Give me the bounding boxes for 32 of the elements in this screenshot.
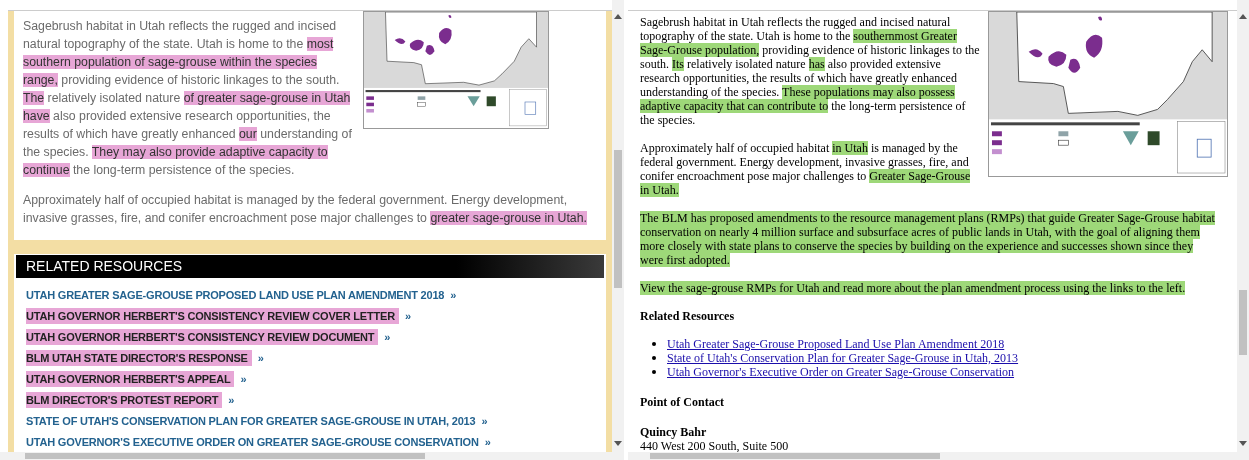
- section-title: RELATED RESOURCES: [26, 257, 183, 276]
- resource-link[interactable]: STATE OF UTAH'S CONSERVATION PLAN FOR GREATER SAGE-GROUSE IN UTAH, 2013 »: [26, 413, 488, 429]
- resource-link[interactable]: UTAH GREATER SAGE-GROUSE PROPOSED LAND USE PLAN AMENDMENT 2018 »: [26, 287, 457, 303]
- paragraph: Approximately half of occupied habitat in Utah is managed by the federal government. Energy development, invasive grasses, fire, and conifer encroachment pose major challenges to Greater Sage-Grouse in Utah.: [640, 141, 972, 197]
- resource-link[interactable]: UTAH GOVERNOR'S EXECUTIVE ORDER ON GREATER SAGE-GROUSE CONSERVATION »: [26, 434, 491, 450]
- resource-link[interactable]: Utah Greater Sage-Grouse Proposed Land Use Plan Amendment 2018: [667, 337, 1005, 351]
- scroll-down-icon[interactable]: [614, 441, 622, 446]
- scrollbar-thumb[interactable]: [650, 453, 940, 459]
- paragraph: Approximately half of occupied habitat is managed by the federal government. Energy development, invasive grasses, fire, and conifer encroachment pose major challenges to greater sage-grouse in Utah.: [23, 192, 588, 227]
- section-heading: Related Resources: [640, 309, 736, 323]
- bullet-icon: [652, 342, 656, 346]
- resource-link[interactable]: State of Utah's Conservation Plan for Greater Sage-Grouse in Utah, 2013: [667, 351, 1019, 365]
- scroll-up-icon[interactable]: [1239, 14, 1247, 19]
- scrollbar-thumb[interactable]: [25, 453, 425, 459]
- paragraph: Sagebrush habitat in Utah reflects the rugged and incised natural topography of the state. Utah is home to the southernmost Greater Sage-Grouse population, providing evidence of historic linkages to the south. Its relatively isolated nature has also provided extensive research opportunities, the results of which have greatly enhanced understanding of the species. These populations may also possess adaptive capacity that can contribute to the long-term persistence of the species.: [640, 15, 980, 127]
- vertical-scrollbar[interactable]: [612, 0, 624, 460]
- paragraph: Sagebrush habitat in Utah reflects the rugged and incised natural topography of the state. Utah is home to the most southern population of sage-grouse within the species range, providing evidence of historic linkages to the south. The relatively isolated nature of greater sage-grouse in Utah have also provided extensive research opportunities, the results of which have greatly enhanced our understanding of the species. They may also provide adaptive capacity to continue the long-term persistence of the species.: [23, 18, 353, 179]
- scroll-down-icon[interactable]: [1239, 441, 1247, 446]
- horizontal-scrollbar[interactable]: [628, 452, 1237, 460]
- contact-name: Quincy Bahr: [640, 425, 708, 439]
- paragraph: View the sage-grouse RMPs for Utah and read more about the plan amendment process using the links to the left.: [640, 281, 1187, 295]
- contact-address: 440 West 200 South, Suite 500: [640, 439, 790, 452]
- paragraph: The BLM has proposed amendments to the resource management plans (RMPs) that guide Greater Sage-Grouse habitat conservation on nearly 4 million surface and subsurface acres of public lands in Utah, with the goal of aligning them more closely with state plans to conserve the species by building on the experience and successes shown since they were first adopted.: [640, 211, 1215, 267]
- horizontal-scrollbar[interactable]: [0, 452, 612, 460]
- scrollbar-thumb[interactable]: [1239, 290, 1247, 355]
- vertical-scrollbar[interactable]: [1237, 0, 1249, 460]
- bullet-icon: [652, 370, 656, 374]
- bullet-icon: [652, 356, 656, 360]
- scrollbar-thumb[interactable]: [614, 150, 622, 288]
- scroll-up-icon[interactable]: [614, 14, 622, 19]
- section-heading: Point of Contact: [640, 395, 725, 409]
- resource-link[interactable]: Utah Governor's Executive Order on Greater Sage-Grouse Conservation: [667, 365, 1015, 379]
